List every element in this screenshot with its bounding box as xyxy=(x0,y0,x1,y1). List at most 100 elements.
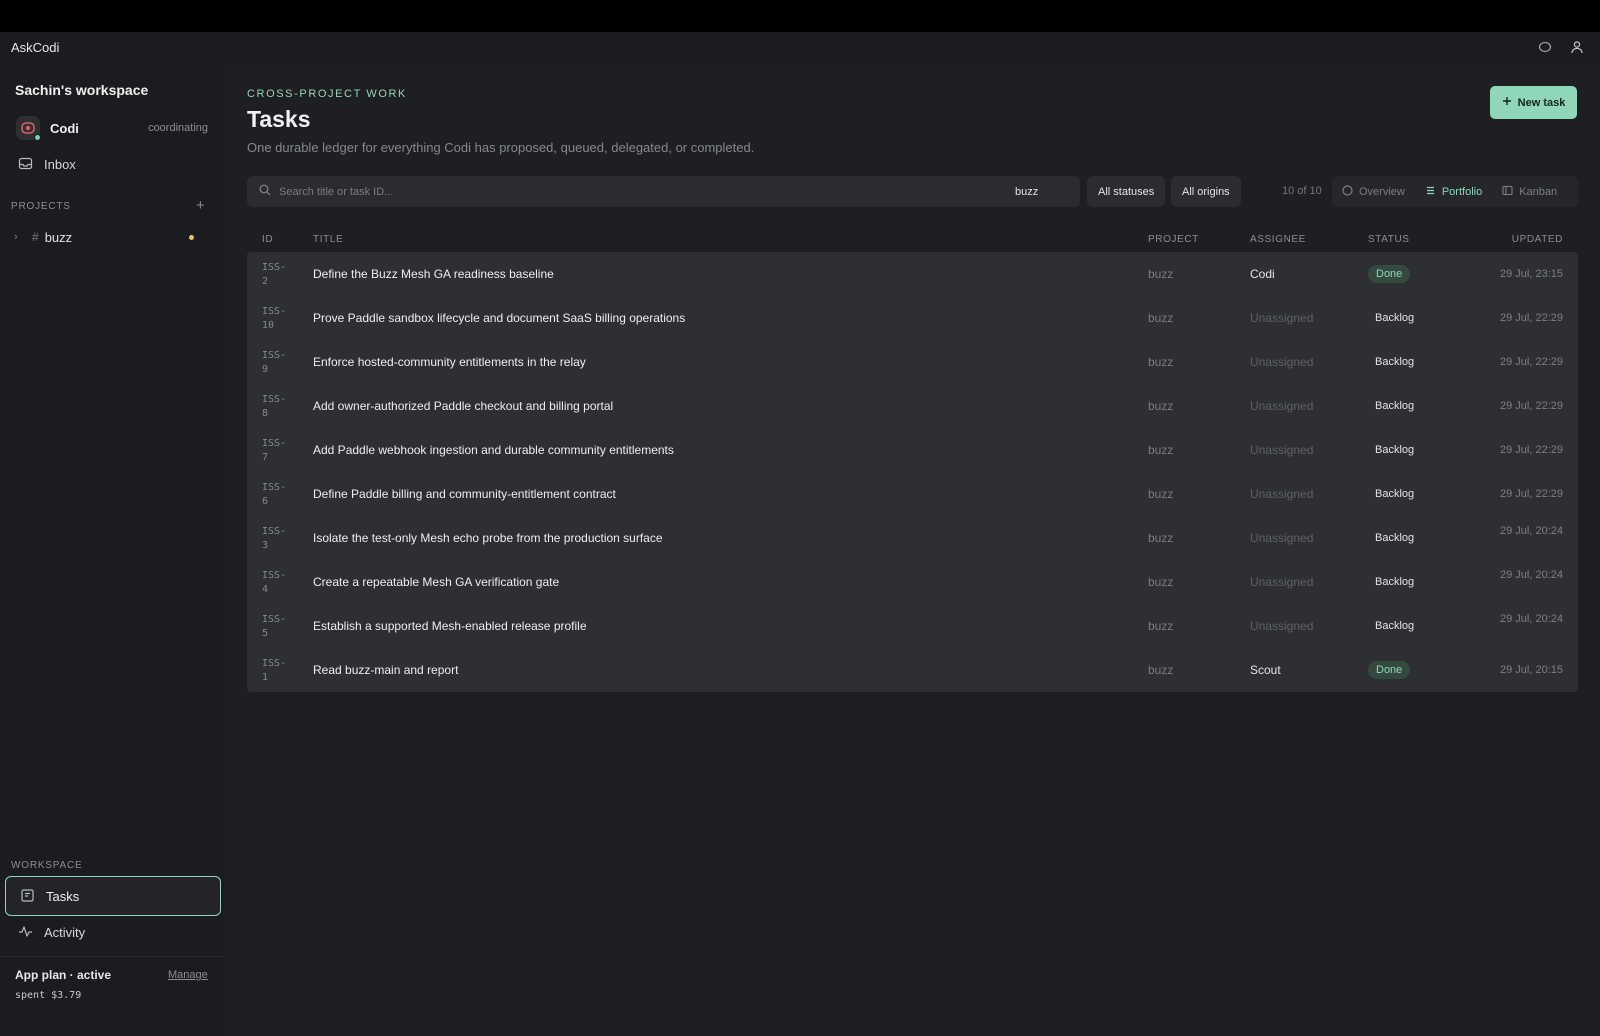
view-switcher: Overview Portfolio Kanban xyxy=(1332,176,1578,207)
column-header-assignee[interactable]: ASSIGNEE xyxy=(1250,234,1306,245)
project-filter-select[interactable]: buzz xyxy=(1004,176,1080,207)
sidebar-item-activity[interactable]: Activity xyxy=(18,924,85,940)
task-id: ISS-1 xyxy=(262,658,287,683)
task-updated: 29 Jul, 22:29 xyxy=(1500,444,1563,456)
activity-icon xyxy=(18,924,34,940)
origin-filter-select[interactable]: All origins xyxy=(1171,176,1241,207)
task-title[interactable]: Create a repeatable Mesh GA verification… xyxy=(313,575,559,589)
task-assignee: Codi xyxy=(1250,267,1275,281)
status-badge: Backlog xyxy=(1375,488,1415,500)
view-portfolio-button[interactable]: Portfolio xyxy=(1415,176,1492,207)
spend-readout: spent $3.79 xyxy=(15,990,82,1001)
task-assignee: Scout xyxy=(1250,663,1281,677)
task-assignee: Unassigned xyxy=(1250,311,1314,325)
status-badge: Backlog xyxy=(1375,532,1415,544)
table-row[interactable]: ISS-5 Establish a supported Mesh-enabled … xyxy=(247,604,1578,648)
task-project: buzz xyxy=(1148,619,1174,633)
task-assignee: Unassigned xyxy=(1250,531,1314,545)
search-icon xyxy=(259,183,271,201)
column-header-id[interactable]: ID xyxy=(262,234,273,245)
task-project: buzz xyxy=(1148,311,1174,325)
column-header-project[interactable]: PROJECT xyxy=(1148,234,1199,245)
task-assignee: Unassigned xyxy=(1250,575,1314,589)
task-title[interactable]: Add owner-authorized Paddle checkout and… xyxy=(313,399,613,413)
portfolio-icon xyxy=(1425,185,1436,199)
task-project: buzz xyxy=(1148,443,1174,457)
status-badge: Backlog xyxy=(1375,444,1415,456)
agent-codi-row[interactable]: Codi coordinating xyxy=(16,115,208,141)
task-assignee: Unassigned xyxy=(1250,355,1314,369)
column-header-updated[interactable]: UPDATED xyxy=(1512,234,1563,245)
table-row[interactable]: ISS-10 Prove Paddle sandbox lifecycle and… xyxy=(247,296,1578,340)
sidebar-item-tasks[interactable]: Tasks xyxy=(5,876,221,916)
view-kanban-button[interactable]: Kanban xyxy=(1492,176,1567,207)
status-filter-select[interactable]: All statuses xyxy=(1087,176,1166,207)
user-icon[interactable] xyxy=(1570,40,1584,54)
table-row[interactable]: ISS-7 Add Paddle webhook ingestion and du… xyxy=(247,428,1578,472)
view-label: Overview xyxy=(1359,185,1405,198)
plus-icon xyxy=(1502,96,1512,109)
column-header-title[interactable]: TITLE xyxy=(313,234,343,245)
sidebar: Sachin's workspace Codi coordinating Inb… xyxy=(0,64,224,1036)
sidebar-item-inbox[interactable]: Inbox xyxy=(18,156,76,172)
new-task-label: New task xyxy=(1517,96,1566,109)
sidebar-item-label: Inbox xyxy=(44,156,76,172)
table-header: ID TITLE PROJECT ASSIGNEE STATUS UPDATED xyxy=(247,228,1578,252)
task-id: ISS-6 xyxy=(262,482,287,507)
chevron-right-icon[interactable]: › xyxy=(14,231,26,243)
task-status-cell: Backlog xyxy=(1368,353,1421,371)
agent-name: Codi xyxy=(50,120,79,136)
task-title[interactable]: Define the Buzz Mesh GA readiness baseli… xyxy=(313,267,554,281)
task-title[interactable]: Define Paddle billing and community-enti… xyxy=(313,487,616,501)
task-project: buzz xyxy=(1148,487,1174,501)
table-row[interactable]: ISS-1 Read buzz-main and report buzz Scout D… xyxy=(247,648,1578,692)
tasks-icon xyxy=(20,888,36,904)
task-updated: 29 Jul, 20:15 xyxy=(1500,664,1563,676)
sidebar-divider xyxy=(0,956,224,957)
task-project: buzz xyxy=(1148,531,1174,545)
search-input[interactable] xyxy=(279,185,979,198)
search-box[interactable] xyxy=(247,176,1017,207)
workspace-name[interactable]: Sachin's workspace xyxy=(15,82,148,98)
manage-plan-link[interactable]: Manage xyxy=(168,969,208,981)
task-project: buzz xyxy=(1148,663,1174,677)
project-activity-dot xyxy=(189,234,194,240)
theme-toggle-icon[interactable] xyxy=(1538,40,1552,54)
task-title[interactable]: Prove Paddle sandbox lifecycle and docum… xyxy=(313,311,685,325)
task-project: buzz xyxy=(1148,355,1174,369)
status-badge: Done xyxy=(1368,661,1411,679)
task-table: ISS-2 Define the Buzz Mesh GA readiness b… xyxy=(247,252,1578,692)
view-label: Portfolio xyxy=(1441,185,1483,198)
task-assignee: Unassigned xyxy=(1250,443,1314,457)
projects-section-label: PROJECTS xyxy=(11,201,71,212)
table-row[interactable]: ISS-9 Enforce hosted-community entitlemen… xyxy=(247,340,1578,384)
filter-value: buzz xyxy=(1015,185,1039,198)
table-row[interactable]: ISS-8 Add owner-authorized Paddle checkou… xyxy=(247,384,1578,428)
table-row[interactable]: ISS-2 Define the Buzz Mesh GA readiness b… xyxy=(247,252,1578,296)
task-title[interactable]: Add Paddle webhook ingestion and durable… xyxy=(313,443,674,457)
task-id: ISS-7 xyxy=(262,438,287,463)
task-project: buzz xyxy=(1148,399,1174,413)
task-status-cell: Backlog xyxy=(1368,529,1421,547)
task-title[interactable]: Enforce hosted-community entitlements in… xyxy=(313,355,586,369)
task-title[interactable]: Establish a supported Mesh-enabled relea… xyxy=(313,619,587,633)
task-title[interactable]: Read buzz-main and report xyxy=(313,663,458,677)
task-title[interactable]: Isolate the test-only Mesh echo probe fr… xyxy=(313,531,663,545)
task-status-cell: Backlog xyxy=(1368,617,1421,635)
new-task-button[interactable]: New task xyxy=(1490,86,1577,119)
view-overview-button[interactable]: Overview xyxy=(1332,176,1415,207)
plan-status: App plan · active xyxy=(15,968,112,982)
column-header-status[interactable]: STATUS xyxy=(1368,234,1410,245)
table-row[interactable]: ISS-3 Isolate the test-only Mesh echo pro… xyxy=(247,516,1578,560)
add-project-button[interactable]: + xyxy=(196,198,205,214)
task-status-cell: Done xyxy=(1368,661,1411,679)
filter-value: All statuses xyxy=(1098,185,1155,198)
sidebar-item-label: Tasks xyxy=(46,888,80,904)
task-id: ISS-10 xyxy=(262,306,287,331)
table-row[interactable]: ISS-6 Define Paddle billing and community… xyxy=(247,472,1578,516)
status-badge: Backlog xyxy=(1375,356,1415,368)
status-badge: Done xyxy=(1368,265,1411,283)
table-row[interactable]: ISS-4 Create a repeatable Mesh GA verific… xyxy=(247,560,1578,604)
sidebar-item-project-buzz[interactable]: › # buzz xyxy=(14,227,194,247)
codi-avatar-icon xyxy=(16,116,41,141)
